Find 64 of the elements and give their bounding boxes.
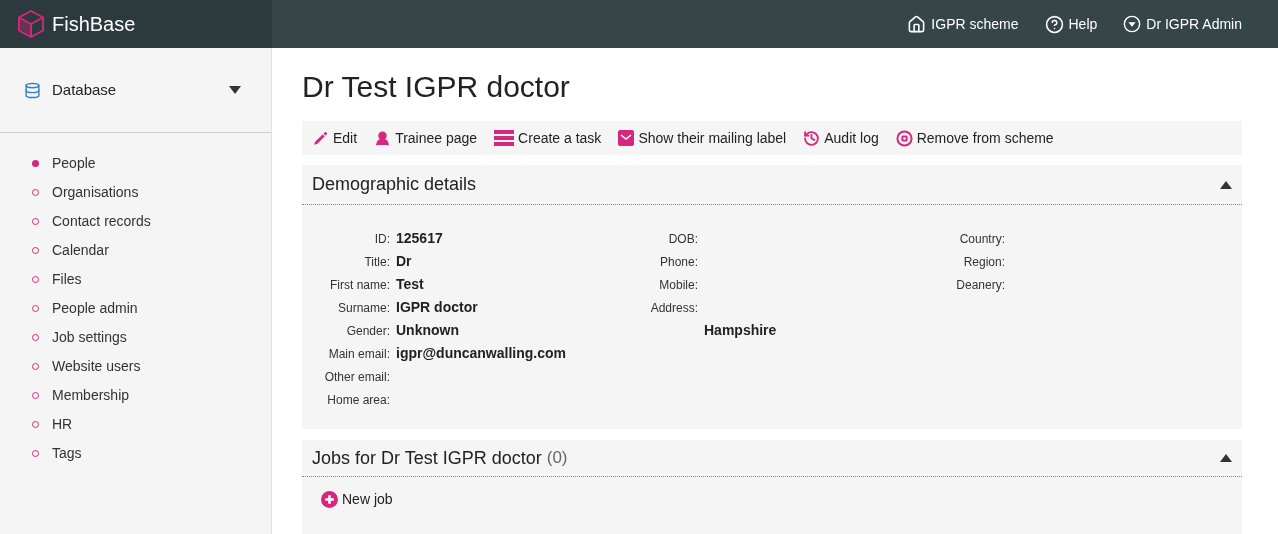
database-icon (24, 81, 41, 99)
action-link[interactable]: Remove from scheme (895, 127, 1054, 149)
field-label: Other email: (323, 368, 390, 386)
person-icon (374, 129, 392, 147)
header-link[interactable]: IGPR scheme (907, 13, 1019, 35)
field-label: Mobile: (658, 276, 698, 294)
section-title[interactable]: Database (52, 78, 229, 102)
action-link[interactable]: Show their mailing label (618, 127, 787, 149)
sidebar-link[interactable]: Job settings (52, 327, 127, 348)
field-value: 125617 (396, 229, 443, 248)
home-icon (907, 14, 927, 34)
history-icon (803, 129, 821, 147)
field-label: Deanery: (955, 276, 1005, 294)
field-label: Home area: (326, 391, 390, 409)
header-link[interactable]: Dr IGPR Admin (1123, 13, 1242, 35)
envelope-icon (618, 130, 635, 146)
field-value: IGPR doctor (396, 298, 478, 317)
plus-circle-icon (321, 491, 338, 508)
sidebar-link[interactable]: Organisations (52, 182, 139, 203)
sidebar-link[interactable]: Files (52, 269, 82, 290)
action-link[interactable]: Trainee page (374, 127, 478, 149)
field-value: Unknown (396, 321, 459, 340)
field-label: First name: (329, 276, 390, 294)
list-icon (494, 130, 515, 146)
sidebar-link[interactable]: Website users (52, 356, 141, 377)
field-label: Title: (363, 253, 390, 271)
field-label: Phone: (658, 253, 698, 271)
sidebar-link[interactable]: People (52, 153, 96, 174)
cube-logo-icon (18, 10, 44, 38)
field-label: ID: (373, 230, 390, 248)
panel-title: Demographic details (312, 173, 478, 196)
field-label: Gender: (345, 322, 390, 340)
sidebar-link[interactable]: HR (52, 414, 73, 435)
help-icon (1044, 14, 1064, 34)
action-link[interactable]: Edit (312, 127, 358, 149)
field-label: Main email: (327, 345, 390, 363)
field-value: Test (396, 275, 424, 294)
action-link[interactable]: Create a task (494, 127, 602, 149)
sidebar-link[interactable]: People admin (52, 298, 138, 319)
field-label: DOB: (667, 230, 698, 248)
new-job-link[interactable]: New job (321, 489, 1242, 510)
field-value: Hampshire (704, 321, 777, 340)
brand-name[interactable]: FishBase (52, 9, 136, 39)
collapse-caret-icon[interactable] (1220, 454, 1232, 462)
sidebar-link[interactable]: Membership (52, 385, 130, 406)
field-label: Address: (649, 299, 698, 317)
sidebar-link[interactable]: Calendar (52, 240, 109, 261)
action-link[interactable]: Audit log (803, 127, 879, 149)
panel-title: Jobs for Dr Test IGPR doctor (312, 446, 542, 470)
field-label: Country: (958, 230, 1005, 248)
job-count: (0) (546, 447, 569, 470)
collapse-caret-icon[interactable] (1220, 180, 1232, 189)
caret-icon[interactable] (229, 86, 241, 94)
field-label: Surname: (336, 299, 390, 317)
pencil-icon (312, 129, 329, 147)
field-label: Region: (962, 253, 1005, 271)
field-value: Dr (396, 252, 412, 271)
header-link[interactable]: Help (1044, 13, 1098, 35)
field-value: igpr@duncanwalling.com (396, 344, 566, 363)
page-title: Dr Test IGPR doctor (302, 69, 571, 105)
sidebar-link[interactable]: Tags (52, 443, 82, 464)
dropdown-icon (1123, 15, 1142, 33)
stop-icon (895, 129, 913, 147)
sidebar-link[interactable]: Contact records (52, 211, 151, 232)
